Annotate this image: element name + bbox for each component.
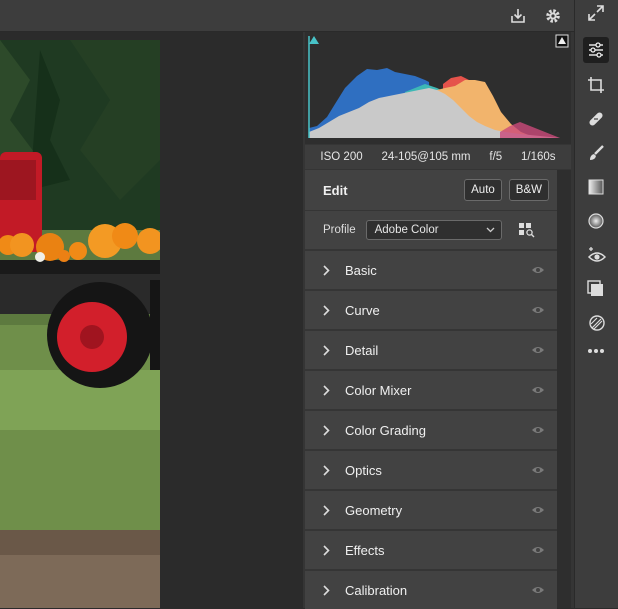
section-label: Calibration	[345, 582, 408, 598]
section-calibration[interactable]: Calibration	[305, 571, 557, 609]
chevron-right-icon	[323, 503, 335, 517]
profile-select[interactable]: Adobe Color	[365, 220, 502, 240]
presets-icon[interactable]	[583, 276, 609, 302]
eye-icon[interactable]	[531, 465, 545, 475]
brush-icon[interactable]	[583, 140, 609, 166]
section-label: Detail	[345, 342, 379, 358]
eye-icon[interactable]	[531, 305, 545, 315]
section-label: Effects	[345, 542, 385, 558]
edit-title: Edit	[323, 182, 348, 198]
section-color-mixer[interactable]: Color Mixer	[305, 371, 557, 409]
eye-icon[interactable]	[531, 385, 545, 395]
canvas-background	[160, 32, 303, 608]
chevron-right-icon	[323, 343, 335, 357]
more-icon[interactable]	[583, 338, 609, 364]
linear-gradient-icon[interactable]	[583, 174, 609, 200]
chevron-right-icon	[323, 543, 335, 557]
fullscreen-icon[interactable]	[583, 0, 609, 26]
crop-icon[interactable]	[583, 72, 609, 98]
chevron-right-icon	[323, 583, 335, 597]
eye-icon[interactable]	[531, 545, 545, 555]
section-label: Geometry	[345, 502, 403, 518]
section-optics[interactable]: Optics	[305, 451, 557, 489]
profile-label: Profile	[323, 224, 356, 236]
section-label: Curve	[345, 302, 380, 318]
chevron-right-icon	[323, 263, 335, 277]
eye-icon[interactable]	[531, 585, 545, 595]
gear-icon[interactable]	[541, 4, 565, 28]
section-detail[interactable]: Detail	[305, 331, 557, 369]
chevron-right-icon	[323, 303, 335, 317]
section-color-grading[interactable]: Color Grading	[305, 411, 557, 449]
profile-row: Profile Adobe Color	[305, 211, 557, 249]
section-label: Basic	[345, 262, 377, 278]
section-label: Color Grading	[345, 422, 426, 438]
chevron-right-icon	[323, 463, 335, 477]
photo-preview[interactable]	[0, 40, 160, 608]
tool-strip	[574, 0, 618, 608]
download-icon[interactable]	[506, 4, 530, 28]
exif-info: ISO 200 24-105@105 mm f/5 1/160s	[305, 145, 571, 169]
histogram	[305, 32, 571, 144]
shutter-value: 1/160s	[521, 151, 556, 163]
section-label: Optics	[345, 462, 382, 478]
radial-gradient-icon[interactable]	[583, 208, 609, 234]
iso-value: ISO 200	[320, 151, 363, 163]
highlight-clipping-icon[interactable]	[555, 34, 569, 48]
snapshots-icon[interactable]	[583, 310, 609, 336]
section-geometry[interactable]: Geometry	[305, 491, 557, 529]
panel-scrollbar[interactable]	[557, 170, 571, 608]
browse-profiles-icon[interactable]	[518, 222, 536, 238]
eye-icon[interactable]	[531, 425, 545, 435]
shadow-clipping-icon[interactable]	[307, 34, 321, 46]
section-label: Color Mixer	[345, 382, 412, 398]
edit-header: Edit Auto B&W	[305, 170, 557, 210]
section-curve[interactable]: Curve	[305, 291, 557, 329]
chevron-down-icon	[486, 227, 495, 233]
profile-value: Adobe Color	[374, 224, 439, 236]
auto-button[interactable]: Auto	[464, 179, 502, 201]
eye-icon[interactable]	[531, 505, 545, 515]
red-eye-icon[interactable]	[583, 242, 609, 268]
section-effects[interactable]: Effects	[305, 531, 557, 569]
bw-button[interactable]: B&W	[508, 179, 549, 201]
eye-icon[interactable]	[531, 265, 545, 275]
top-toolbar	[0, 0, 574, 32]
chevron-right-icon	[323, 423, 335, 437]
lens-value: 24-105@105 mm	[381, 151, 471, 163]
aperture-value: f/5	[489, 151, 503, 163]
healing-icon[interactable]	[583, 106, 609, 132]
edit-sliders-icon[interactable]	[583, 37, 609, 63]
section-basic[interactable]: Basic	[305, 251, 557, 289]
eye-icon[interactable]	[531, 345, 545, 355]
chevron-right-icon	[323, 383, 335, 397]
